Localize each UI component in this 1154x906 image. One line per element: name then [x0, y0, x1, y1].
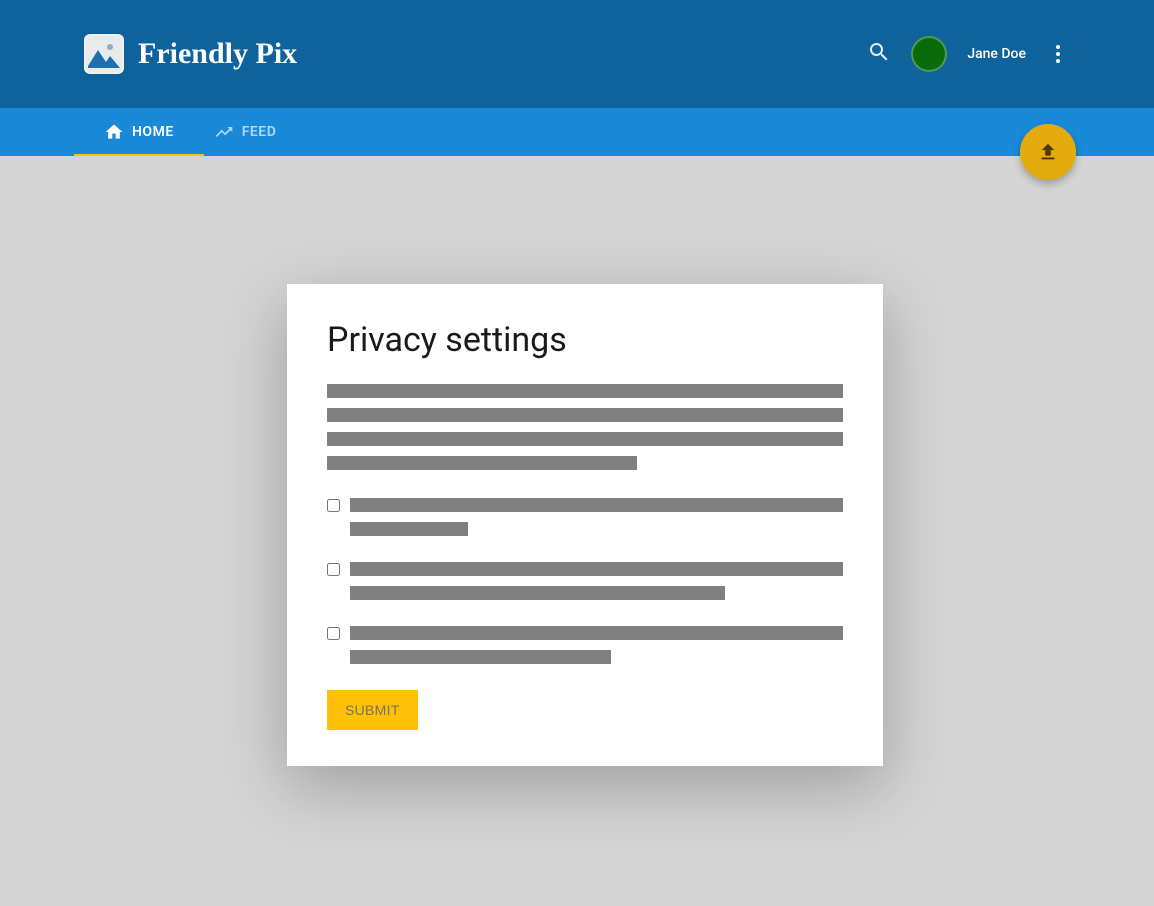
logo-icon	[84, 34, 124, 74]
checkbox-1[interactable]	[327, 499, 340, 512]
app-name: Friendly Pix	[138, 37, 297, 71]
tab-home-label: HOME	[132, 124, 174, 140]
privacy-settings-card: Privacy settings	[287, 284, 883, 766]
option-2-text-placeholder	[350, 562, 843, 600]
privacy-option-2	[327, 562, 843, 600]
privacy-option-1	[327, 498, 843, 536]
upload-icon	[1037, 141, 1059, 163]
checkbox-3[interactable]	[327, 627, 340, 640]
tab-feed[interactable]: FEED	[194, 108, 297, 156]
username[interactable]: Jane Doe	[967, 46, 1026, 62]
tab-home[interactable]: HOME	[84, 108, 194, 156]
home-icon	[104, 122, 124, 142]
option-3-text-placeholder	[350, 626, 843, 664]
option-1-text-placeholder	[350, 498, 843, 536]
trending-icon	[214, 122, 234, 142]
search-icon[interactable]	[867, 40, 891, 68]
header-right: Jane Doe	[867, 36, 1070, 72]
submit-button[interactable]: SUBMIT	[327, 690, 418, 730]
main-content: Privacy settings	[0, 156, 1154, 906]
logo-section[interactable]: Friendly Pix	[84, 34, 297, 74]
checkbox-2[interactable]	[327, 563, 340, 576]
upload-fab[interactable]	[1020, 124, 1076, 180]
privacy-option-3	[327, 626, 843, 664]
description-placeholder	[327, 384, 843, 470]
tab-feed-label: FEED	[242, 124, 277, 140]
tab-bar: HOME FEED	[0, 108, 1154, 156]
card-title: Privacy settings	[327, 320, 843, 360]
avatar[interactable]	[911, 36, 947, 72]
app-header: Friendly Pix Jane Doe	[0, 0, 1154, 108]
more-vert-icon[interactable]	[1046, 42, 1070, 66]
